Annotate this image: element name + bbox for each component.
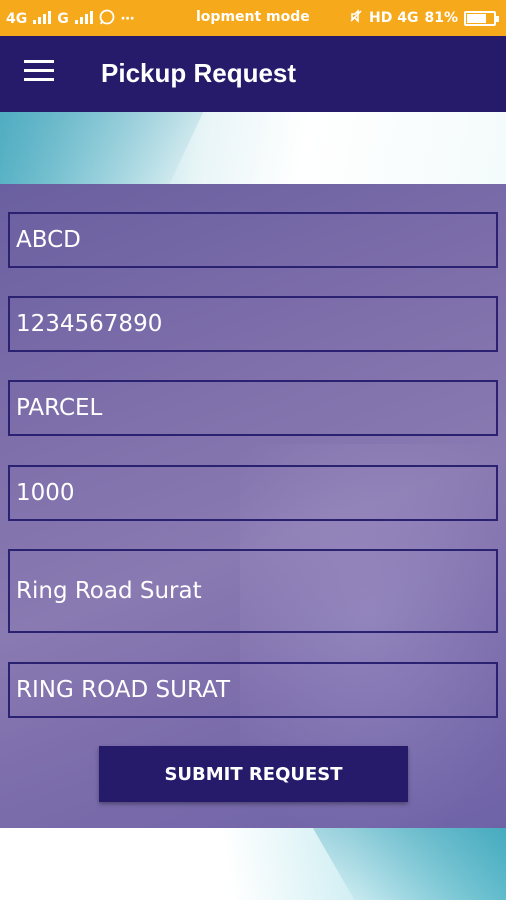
- submit-request-button[interactable]: SUBMIT REQUEST: [99, 746, 408, 802]
- background-decoration-bottom: [0, 828, 506, 900]
- signal-icon-2: [74, 10, 93, 28]
- battery-level: [467, 13, 487, 23]
- status-notification-text: lopment mode: [196, 9, 310, 25]
- more-notifications-icon: ⋯: [120, 11, 135, 27]
- network-type-label-2: G: [57, 11, 69, 27]
- signal-icon: [33, 10, 52, 28]
- name-field[interactable]: ABCD: [8, 212, 498, 268]
- delivery-address-field[interactable]: RING ROAD SURAT: [8, 662, 498, 718]
- network-hd-label: HD 4G: [369, 10, 419, 26]
- battery-percent-label: 81%: [424, 10, 458, 26]
- hamburger-menu-icon[interactable]: [24, 60, 54, 86]
- background-decoration-top: [0, 112, 506, 184]
- page-title: Pickup Request: [101, 58, 297, 88]
- item-type-field[interactable]: PARCEL: [8, 380, 498, 436]
- app-bar: Pickup Request: [0, 36, 506, 112]
- status-bar-right: HD 4G 81%: [349, 9, 499, 27]
- pickup-address-field[interactable]: Ring Road Surat: [8, 549, 498, 633]
- mute-icon: [349, 9, 363, 27]
- mobile-number-field[interactable]: 1234567890: [8, 296, 498, 352]
- battery-icon: [464, 10, 499, 26]
- network-type-label: 4G: [6, 11, 28, 27]
- amount-field[interactable]: 1000: [8, 465, 498, 521]
- status-bar: 4G G ⋯ lopment mode HD 4G 81%: [0, 0, 506, 36]
- whatsapp-icon: [99, 9, 115, 29]
- status-bar-left: 4G G ⋯: [6, 9, 135, 29]
